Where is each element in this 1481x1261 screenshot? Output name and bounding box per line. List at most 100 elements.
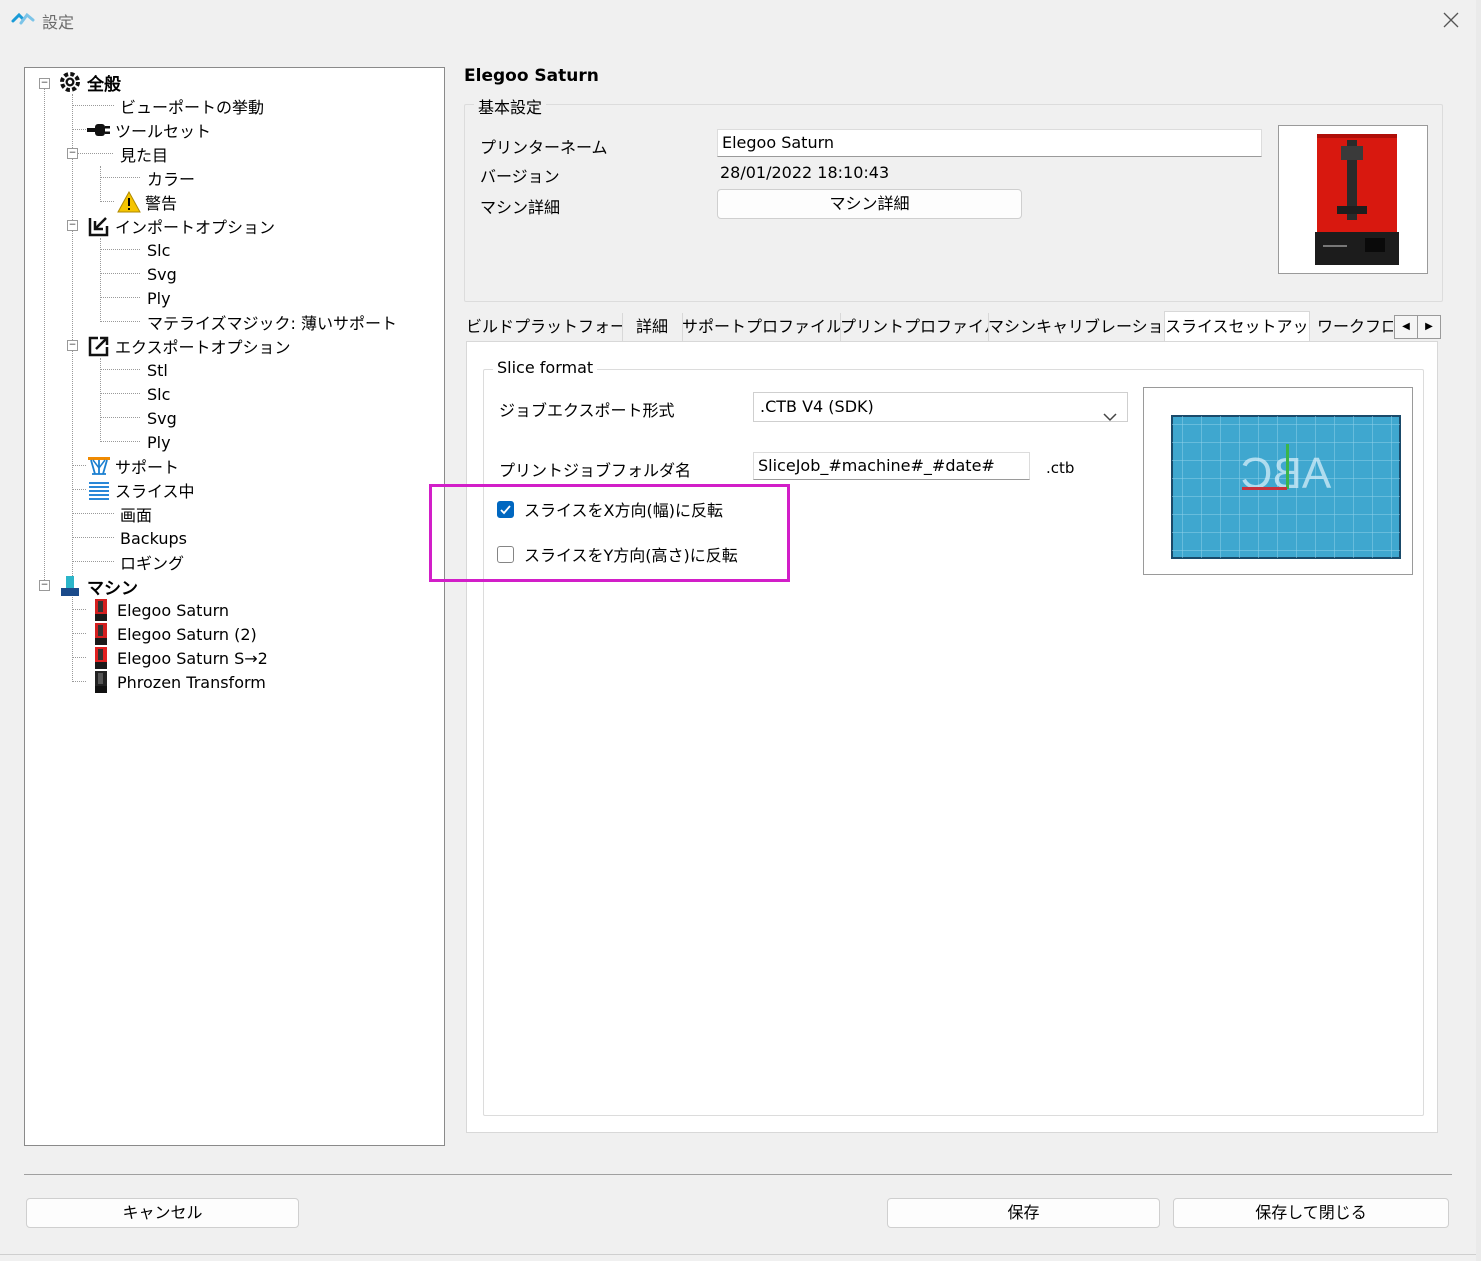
collapse-appearance-toggle[interactable]: − bbox=[67, 148, 78, 159]
machine-icon bbox=[59, 575, 83, 597]
tree-item-import-ply[interactable]: Ply bbox=[147, 286, 171, 310]
tree-item-machine-phrozen-transform[interactable]: Phrozen Transform bbox=[89, 670, 266, 694]
machine-detail-label: マシン詳細 bbox=[480, 198, 561, 217]
tree-label: 全般 bbox=[87, 74, 121, 95]
tree-item-import-svg[interactable]: Svg bbox=[147, 262, 177, 286]
app-logo-icon bbox=[10, 8, 36, 30]
tree-item-machine[interactable]: マシン bbox=[59, 574, 138, 599]
tree-label: Elegoo Saturn S→2 bbox=[117, 648, 268, 668]
tree-label: Slc bbox=[147, 240, 171, 260]
print-job-folder-label: プリントジョブフォルダ名 bbox=[499, 461, 692, 480]
tree-item-toolset[interactable]: ツールセット bbox=[87, 118, 211, 142]
collapse-machine-toggle[interactable]: − bbox=[39, 580, 50, 591]
tab-scroll-right-button[interactable]: ▶ bbox=[1417, 315, 1441, 339]
printer-name-field[interactable]: Elegoo Saturn bbox=[717, 129, 1262, 157]
printer-icon bbox=[89, 623, 113, 645]
job-export-format-select[interactable]: .CTB V4 (SDK) bbox=[753, 392, 1128, 422]
version-label: バージョン bbox=[480, 167, 560, 186]
tree-label: Phrozen Transform bbox=[117, 672, 266, 692]
tree-item-export-svg[interactable]: Svg bbox=[147, 406, 177, 430]
tree-item-export-ply[interactable]: Ply bbox=[147, 430, 171, 454]
tree-item-color[interactable]: カラー bbox=[147, 166, 195, 190]
folder-extension: .ctb bbox=[1046, 459, 1075, 477]
tree-item-import-slc[interactable]: Slc bbox=[147, 238, 170, 262]
save-and-close-button[interactable]: 保存して閉じる bbox=[1173, 1198, 1449, 1228]
cancel-button[interactable]: キャンセル bbox=[26, 1198, 299, 1228]
tree-label: Backups bbox=[120, 528, 187, 548]
printer-name-label: プリンターネーム bbox=[480, 138, 608, 157]
tree-label: Ply bbox=[147, 288, 171, 308]
tree-item-machine-elegoo-saturn[interactable]: Elegoo Saturn bbox=[89, 598, 229, 622]
tree-label: ツールセット bbox=[115, 122, 212, 141]
tree-label: カラー bbox=[147, 170, 196, 189]
tree-label: Elegoo Saturn bbox=[117, 600, 230, 620]
tab-details[interactable]: 詳細 bbox=[622, 313, 683, 341]
job-export-format-label: ジョブエクスポート形式 bbox=[499, 401, 675, 420]
tree-label: Svg bbox=[147, 264, 177, 284]
collapse-import-toggle[interactable]: − bbox=[67, 220, 78, 231]
basic-settings-legend: 基本設定 bbox=[474, 94, 547, 118]
slice-preview: ABC bbox=[1143, 387, 1413, 575]
tree-item-export-stl[interactable]: Stl bbox=[147, 358, 168, 382]
tab-workflow[interactable]: ワークフロー bbox=[1309, 313, 1393, 341]
tree-label: 警告 bbox=[145, 194, 178, 213]
printer-icon bbox=[89, 647, 113, 669]
print-job-folder-field[interactable]: SliceJob_#machine#_#date# bbox=[753, 452, 1030, 480]
tree-label: ロギング bbox=[120, 554, 185, 573]
slices-icon bbox=[87, 479, 111, 501]
save-button[interactable]: 保存 bbox=[887, 1198, 1160, 1228]
tree-item-logging[interactable]: ロギング bbox=[120, 550, 184, 574]
tree-label: Elegoo Saturn (2) bbox=[117, 624, 257, 644]
tree-item-viewport[interactable]: ビューポートの挙動 bbox=[120, 94, 264, 118]
settings-tree[interactable]: − − − − − 全般 ビューポートの挙動 ツールセット 見た目 カラー 警告… bbox=[24, 67, 445, 1146]
tab-machine-calibration[interactable]: マシンキャリブレーション bbox=[988, 313, 1165, 341]
tree-label: サポート bbox=[115, 458, 180, 477]
window-edge bbox=[1476, 0, 1481, 1261]
tree-item-export-slc[interactable]: Slc bbox=[147, 382, 170, 406]
tree-label: 見た目 bbox=[120, 146, 169, 165]
collapse-general-toggle[interactable]: − bbox=[39, 78, 50, 89]
tab-print-profile[interactable]: プリントプロファイル bbox=[840, 313, 989, 341]
tree-item-screen[interactable]: 画面 bbox=[120, 502, 152, 526]
close-icon bbox=[1443, 12, 1459, 28]
tree-label: マテライズマジック: 薄いサポート bbox=[147, 314, 397, 333]
tree-label: Stl bbox=[147, 360, 168, 380]
tree-label: Slc bbox=[147, 384, 171, 404]
tree-label: マシン bbox=[87, 578, 138, 599]
tree-item-support[interactable]: サポート bbox=[87, 454, 179, 478]
tree-label: インポートオプション bbox=[115, 218, 276, 237]
tree-label: ビューポートの挙動 bbox=[120, 98, 265, 117]
tab-strip: ビルドプラットフォーム 詳細 サポートプロファイル プリントプロファイル マシン… bbox=[466, 311, 1442, 342]
tree-item-import-options[interactable]: インポートオプション bbox=[87, 214, 275, 238]
close-button[interactable] bbox=[1436, 6, 1466, 34]
window-title: 設定 bbox=[42, 13, 75, 32]
tab-scroll-left-button[interactable]: ◀ bbox=[1394, 315, 1418, 339]
tree-item-general[interactable]: 全般 bbox=[59, 70, 121, 95]
tree-label: Svg bbox=[147, 408, 177, 428]
support-icon bbox=[87, 455, 111, 477]
export-icon bbox=[87, 335, 111, 357]
collapse-export-toggle[interactable]: − bbox=[67, 340, 78, 351]
select-value: .CTB V4 (SDK) bbox=[760, 397, 874, 416]
tab-support-profile[interactable]: サポートプロファイル bbox=[682, 313, 841, 341]
tab-slice-setup[interactable]: スライスセットアップ bbox=[1164, 311, 1310, 342]
tree-item-export-options[interactable]: エクスポートオプション bbox=[87, 334, 291, 358]
tree-item-materialise-magics[interactable]: マテライズマジック: 薄いサポート bbox=[147, 310, 397, 334]
tree-item-warning[interactable]: 警告 bbox=[117, 190, 177, 214]
printer-image bbox=[1278, 125, 1428, 274]
machine-detail-button[interactable]: マシン詳細 bbox=[717, 189, 1022, 219]
tree-item-slicing[interactable]: スライス中 bbox=[87, 478, 195, 502]
printer-icon bbox=[89, 671, 113, 693]
tree-item-machine-elegoo-saturn-2[interactable]: Elegoo Saturn (2) bbox=[89, 622, 257, 646]
tree-item-machine-elegoo-saturn-s2[interactable]: Elegoo Saturn S→2 bbox=[89, 646, 268, 670]
chevron-down-icon bbox=[1103, 403, 1117, 431]
settings-window: 設定 − − − − − 全般 ビューポートの挙動 ツールセット 見た目 カラー… bbox=[0, 0, 1477, 1255]
tree-label: エクスポートオプション bbox=[115, 338, 291, 357]
tab-build-platform[interactable]: ビルドプラットフォーム bbox=[466, 313, 623, 341]
version-value: 28/01/2022 18:10:43 bbox=[720, 163, 890, 182]
slice-format-legend: Slice format bbox=[493, 358, 598, 377]
tree-label: スライス中 bbox=[115, 482, 195, 501]
tree-item-backups[interactable]: Backups bbox=[120, 526, 187, 550]
tree-item-appearance[interactable]: 見た目 bbox=[120, 142, 168, 166]
machine-title: Elegoo Saturn bbox=[464, 66, 599, 86]
